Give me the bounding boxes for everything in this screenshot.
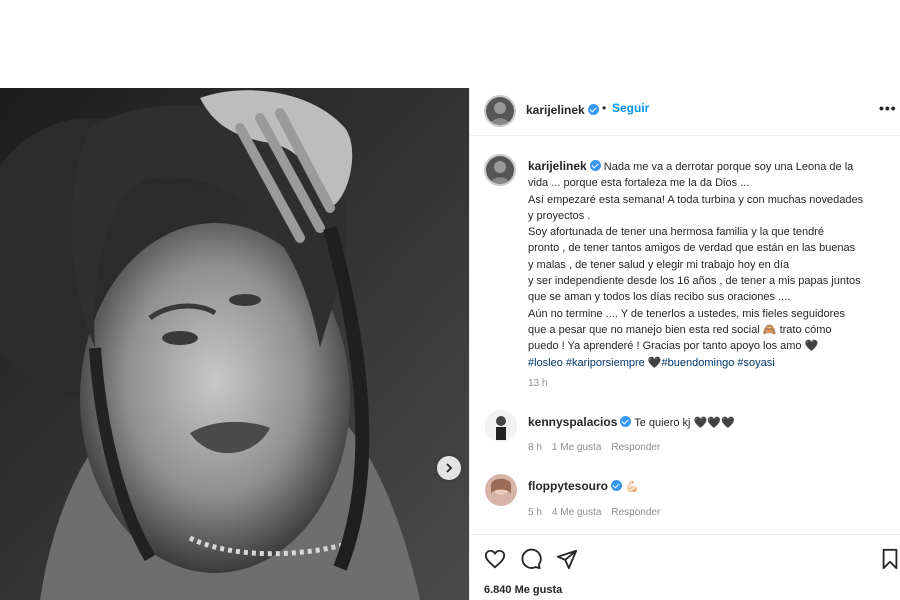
comment-time[interactable]: 5 h bbox=[528, 507, 542, 518]
comment-text-row: floppytesouro 💪🏻 bbox=[528, 479, 639, 493]
verified-badge-icon bbox=[611, 480, 622, 491]
header-separator: • bbox=[602, 101, 607, 115]
caption-line: vida ... porque esta fortaleza me la da … bbox=[528, 177, 750, 190]
more-options-button[interactable]: ••• bbox=[879, 100, 897, 116]
caption-line: Soy afortunada de tener una hermosa fami… bbox=[528, 226, 824, 239]
caption-avatar[interactable] bbox=[484, 154, 516, 186]
comment-text-row: kennyspalacios Te quiero kj 🖤🖤🖤 bbox=[528, 415, 735, 429]
chevron-right-icon bbox=[446, 463, 453, 473]
avatar-image bbox=[485, 474, 517, 506]
caption-line: y ser independiente desde los 16 años , … bbox=[528, 275, 861, 288]
heart-icon[interactable] bbox=[484, 548, 506, 570]
comment-icon[interactable] bbox=[520, 548, 542, 570]
avatar-image bbox=[486, 97, 514, 125]
avatar-image bbox=[486, 156, 514, 184]
comment-meta: 8 h 1 Me gusta Responder bbox=[528, 442, 670, 453]
post-caption: karijelinek Nada me va a derrotar porque… bbox=[528, 158, 888, 371]
caption-line: que se aman y todos los días recibo sus … bbox=[528, 291, 791, 304]
bookmark-icon[interactable] bbox=[880, 548, 900, 570]
post-image bbox=[0, 88, 469, 600]
caption-line: Aún no termine .... Y de tenerlos a uste… bbox=[528, 307, 845, 320]
author-avatar[interactable] bbox=[484, 95, 516, 127]
verified-badge-icon bbox=[589, 160, 601, 171]
commenter-avatar[interactable] bbox=[485, 474, 517, 506]
commenter-avatar[interactable] bbox=[485, 410, 517, 442]
caption-line: puedo ! Ya aprenderé ! Gracias por tanto… bbox=[528, 340, 819, 353]
comment-reply-button[interactable]: Responder bbox=[611, 507, 660, 518]
verified-badge-icon bbox=[620, 416, 632, 427]
comment-text: 💪🏻 bbox=[625, 481, 639, 493]
paper-plane-icon[interactable] bbox=[556, 548, 578, 570]
caption-line: y proyectos . bbox=[528, 209, 591, 222]
carousel-next-button[interactable] bbox=[437, 456, 461, 480]
verified-badge-icon bbox=[587, 104, 599, 115]
post-photo[interactable] bbox=[0, 88, 469, 600]
caption-line: pronto , de tener tantos amigos de verda… bbox=[528, 242, 856, 255]
likes-count[interactable]: 6.840 Me gusta bbox=[484, 584, 562, 596]
comment-text: Te quiero kj 🖤🖤🖤 bbox=[634, 417, 735, 429]
caption-line: y malas , de tener salud y elegir mi tra… bbox=[528, 258, 790, 271]
comment-likes[interactable]: 4 Me gusta bbox=[552, 507, 601, 518]
comment-time[interactable]: 8 h bbox=[528, 442, 542, 453]
comment-reply-button[interactable]: Responder bbox=[611, 442, 660, 453]
author-username[interactable]: karijelinek bbox=[526, 103, 585, 117]
comment-username[interactable]: kennyspalacios bbox=[528, 415, 617, 429]
post-timestamp[interactable]: 13 h bbox=[528, 378, 547, 389]
comment-likes[interactable]: 1 Me gusta bbox=[552, 442, 601, 453]
caption-text: Nada me va a derrotar porque soy una Leo… bbox=[603, 161, 854, 173]
comment-item: kennyspalacios Te quiero kj 🖤🖤🖤 8 h 1 Me … bbox=[485, 410, 895, 460]
caption-username[interactable]: karijelinek bbox=[528, 159, 587, 173]
post-actions: 6.840 Me gusta bbox=[470, 534, 900, 600]
post-header: karijelinek • Seguir ••• bbox=[470, 88, 900, 136]
caption-line: que a pesar que no manejo bien esta red … bbox=[528, 323, 832, 336]
caption-line: karijelinek Nada me va a derrotar porque… bbox=[528, 158, 888, 175]
comment-meta: 5 h 4 Me gusta Responder bbox=[528, 507, 670, 518]
follow-button[interactable]: Seguir bbox=[612, 101, 649, 115]
post-sidebar: karijelinek • Seguir ••• karijelinek Nad… bbox=[469, 88, 900, 600]
comment-username[interactable]: floppytesouro bbox=[528, 479, 608, 493]
caption-line: Así empezaré esta semana! A toda turbina… bbox=[528, 193, 864, 206]
comment-item: floppytesouro 💪🏻 5 h 4 Me gusta Responder bbox=[485, 474, 895, 524]
avatar-image bbox=[485, 410, 517, 442]
author-name-row: karijelinek bbox=[526, 101, 599, 119]
caption-hashtags[interactable]: #losleo #kariporsiempre 🖤#buendomingo #s… bbox=[528, 355, 888, 371]
